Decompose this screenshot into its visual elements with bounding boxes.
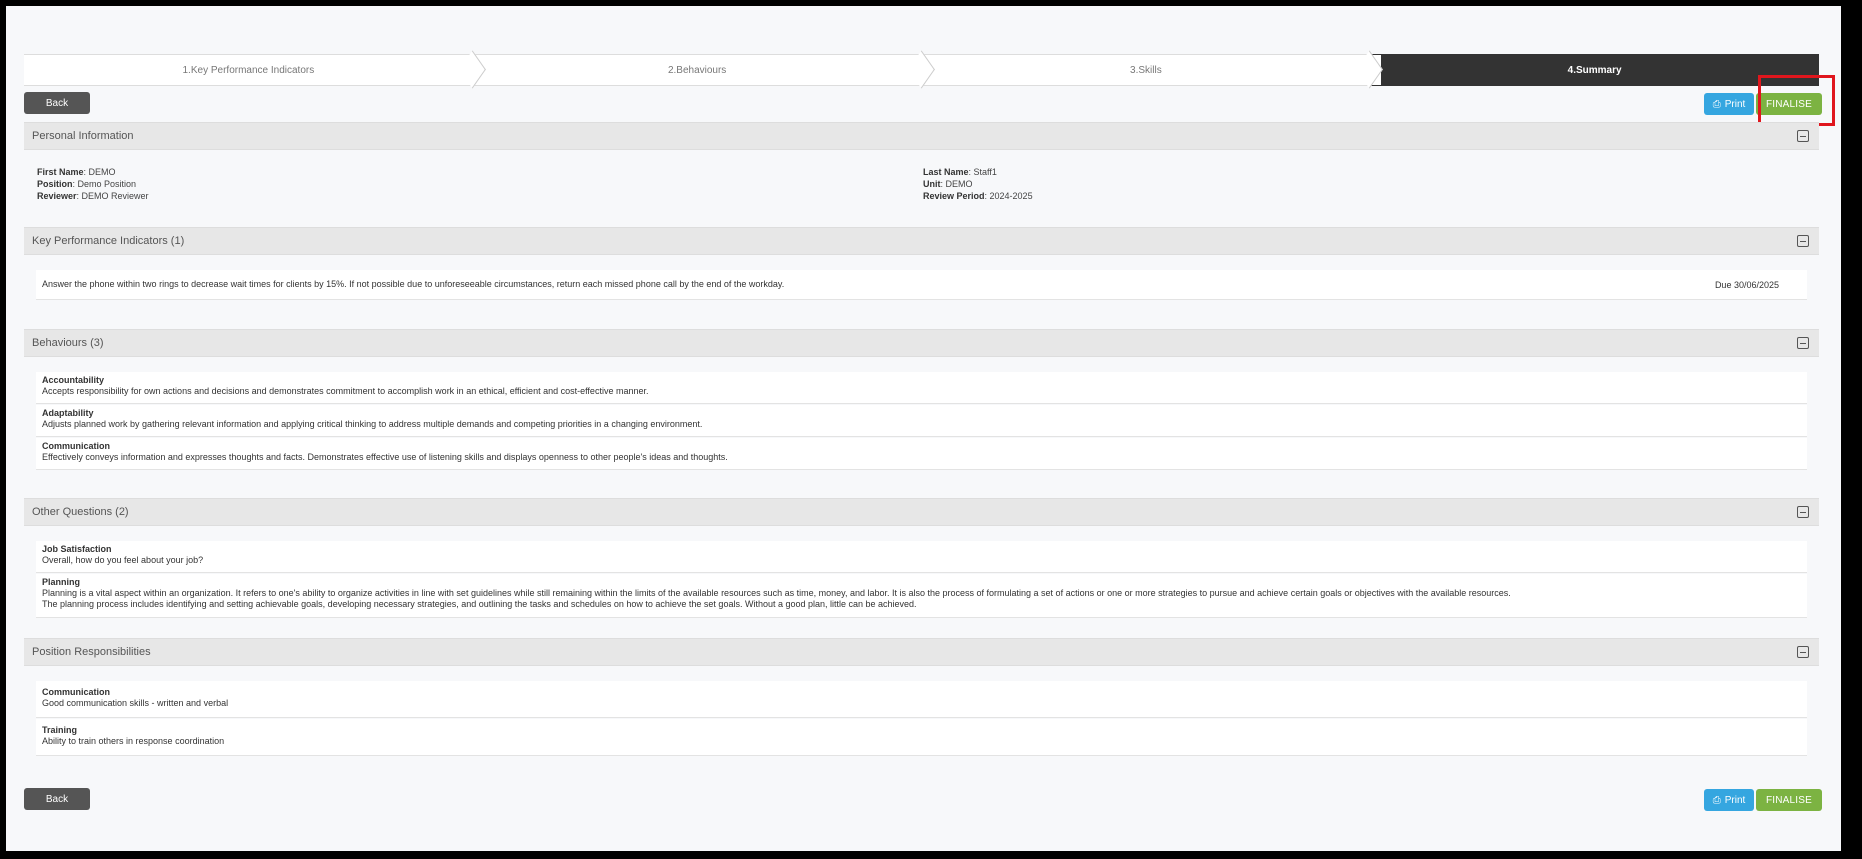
question-text: Overall, how do you feel about your job? (42, 555, 204, 565)
wizard-stepper: 1.Key Performance Indicators 2.Behaviour… (24, 54, 1819, 86)
section-title: Key Performance Indicators (1) (32, 235, 185, 247)
section-title: Position Responsibilities (32, 646, 151, 658)
print-button-bottom[interactable]: ⎙ Print (1704, 789, 1754, 811)
section-title: Other Questions (2) (32, 506, 129, 518)
kpi-text: Answer the phone within two rings to dec… (42, 279, 785, 289)
section-title: Personal Information (32, 130, 134, 142)
kpi-item: Answer the phone within two rings to dec… (36, 270, 1807, 300)
behaviour-text: Accepts responsibility for own actions a… (42, 386, 649, 396)
responsibility-text: Good communication skills - written and … (42, 698, 229, 708)
responsibility-item: Training Ability to train others in resp… (36, 719, 1807, 756)
reviewer-value: : DEMO Reviewer (76, 191, 149, 201)
behaviour-item: Communication Effectively conveys inform… (36, 438, 1807, 470)
collapse-icon[interactable] (1797, 646, 1809, 658)
review-period-value: : 2024-2025 (984, 191, 1033, 201)
unit-label: Unit (923, 179, 941, 189)
review-page: 1.Key Performance Indicators 2.Behaviour… (6, 6, 1841, 851)
question-text-continued: The planning process includes identifyin… (42, 599, 917, 609)
step-summary[interactable]: 4.Summary (1369, 54, 1819, 86)
question-title: Planning (42, 577, 80, 587)
behaviours-header[interactable]: Behaviours (3) (24, 329, 1819, 357)
collapse-icon[interactable] (1797, 130, 1809, 142)
first-name-value: : DEMO (83, 167, 116, 177)
behaviour-text: Adjusts planned work by gathering releva… (42, 419, 703, 429)
kpi-header[interactable]: Key Performance Indicators (1) (24, 227, 1819, 255)
behaviour-title: Communication (42, 441, 111, 451)
question-item: Planning Planning is a vital aspect with… (36, 574, 1807, 618)
section-title: Behaviours (3) (32, 337, 104, 349)
collapse-icon[interactable] (1797, 506, 1809, 518)
kpi-due-date: Due 30/06/2025 (1714, 280, 1779, 290)
question-title: Job Satisfaction (42, 544, 112, 554)
back-button-top[interactable]: Back (24, 92, 90, 114)
collapse-icon[interactable] (1797, 235, 1809, 247)
back-button-bottom[interactable]: Back (24, 788, 90, 810)
personal-info-right: Last Name: Staff1 Unit: DEMO Review Peri… (923, 166, 1033, 202)
finalise-button-bottom[interactable]: FINALISE (1756, 789, 1822, 811)
responsibility-item: Communication Good communication skills … (36, 681, 1807, 718)
reviewer-label: Reviewer (37, 191, 77, 201)
position-value: : Demo Position (72, 179, 137, 189)
question-item: Job Satisfaction Overall, how do you fee… (36, 541, 1807, 573)
behaviour-text: Effectively conveys information and expr… (42, 452, 728, 462)
print-label: Print (1724, 98, 1746, 110)
printer-icon: ⎙ (1712, 794, 1721, 806)
responsibility-title: Training (42, 725, 78, 735)
print-label: Print (1724, 794, 1746, 806)
personal-info-header[interactable]: Personal Information (24, 122, 1819, 150)
step-kpi[interactable]: 1.Key Performance Indicators (24, 54, 473, 86)
last-name-value: : Staff1 (968, 167, 997, 177)
behaviour-item: Accountability Accepts responsibility fo… (36, 372, 1807, 404)
step-behaviours[interactable]: 2.Behaviours (472, 54, 922, 86)
behaviour-title: Adaptability (42, 408, 94, 418)
printer-icon: ⎙ (1712, 98, 1721, 110)
responsibility-title: Communication (42, 687, 111, 697)
personal-info-left: First Name: DEMO Position: Demo Position… (37, 166, 149, 202)
question-text: Planning is a vital aspect within an org… (42, 588, 1511, 598)
responsibility-text: Ability to train others in response coor… (42, 736, 225, 746)
first-name-label: First Name (37, 167, 84, 177)
unit-value: : DEMO (940, 179, 973, 189)
collapse-icon[interactable] (1797, 337, 1809, 349)
finalise-button-top[interactable]: FINALISE (1756, 93, 1822, 115)
other-questions-header[interactable]: Other Questions (2) (24, 498, 1819, 526)
behaviour-title: Accountability (42, 375, 105, 385)
behaviour-item: Adaptability Adjusts planned work by gat… (36, 405, 1807, 437)
print-button-top[interactable]: ⎙ Print (1704, 93, 1754, 115)
last-name-label: Last Name (923, 167, 969, 177)
review-period-label: Review Period (923, 191, 985, 201)
step-skills[interactable]: 3.Skills (921, 54, 1371, 86)
responsibilities-header[interactable]: Position Responsibilities (24, 638, 1819, 666)
position-label: Position (37, 179, 73, 189)
